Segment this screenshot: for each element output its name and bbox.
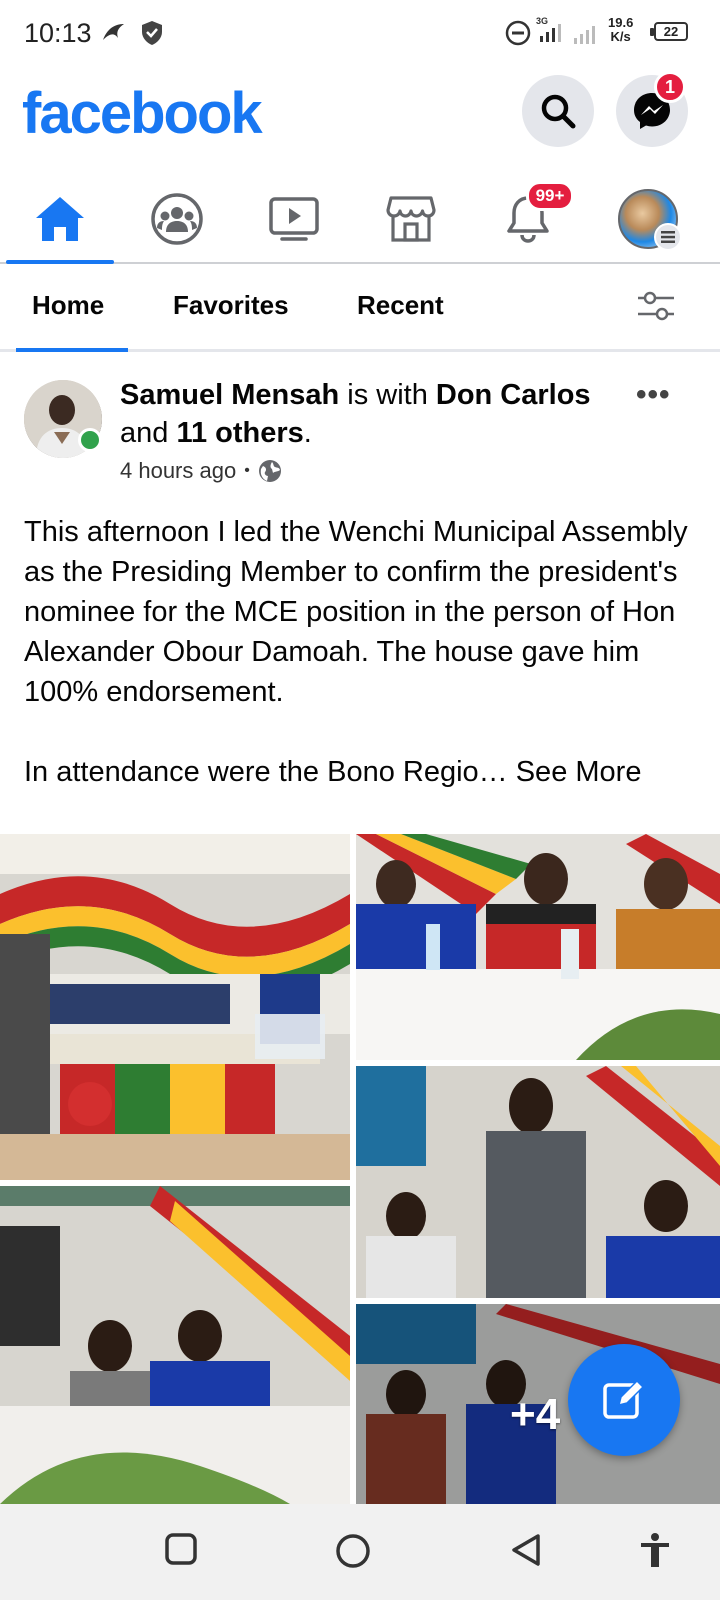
accessibility-icon [641, 1533, 669, 1567]
status-time: 10:13 [24, 18, 92, 48]
online-status-indicator [78, 428, 102, 452]
home-button[interactable] [334, 1532, 372, 1575]
more-photos-count[interactable]: +4 [510, 1390, 560, 1440]
messenger-badge: 1 [654, 71, 686, 103]
nav-notifications[interactable]: 99+ [468, 176, 588, 262]
nav-active-indicator [6, 260, 114, 264]
nav-menu[interactable] [588, 176, 708, 262]
period-text: . [303, 417, 312, 449]
signal-weak-icon [572, 18, 602, 51]
globe-icon [258, 460, 281, 482]
more-options-button[interactable]: ••• [636, 378, 671, 412]
menu-icon [654, 223, 682, 251]
with-text: is with [339, 379, 436, 411]
notifications-badge: 99+ [526, 181, 574, 211]
messenger-button[interactable]: 1 [616, 71, 688, 147]
search-icon [541, 94, 576, 129]
do-not-disturb-icon [505, 20, 531, 51]
recent-apps-button[interactable] [164, 1532, 198, 1571]
meta-separator: • [244, 462, 250, 479]
square-icon [165, 1533, 197, 1565]
back-triangle-icon [512, 1534, 540, 1566]
app-header: facebook 1 [0, 70, 720, 160]
facebook-logo[interactable]: facebook [22, 80, 263, 147]
main-nav: 99+ [0, 176, 720, 264]
accessibility-button[interactable] [638, 1532, 672, 1573]
nav-home[interactable] [0, 176, 120, 264]
post-author-line: Samuel Mensah is with Don Carlos and 11 … [120, 376, 630, 452]
post-truncated-text: In attendance were the Bono Regio… [24, 756, 508, 788]
tagged-others-link[interactable]: 11 others [176, 417, 303, 449]
circle-icon [336, 1534, 370, 1568]
tagged-person[interactable]: Don Carlos [436, 379, 591, 411]
photo-1[interactable] [0, 834, 350, 1180]
swallow-app-icon [100, 20, 126, 51]
post-meta: 4 hours ago • [120, 458, 282, 484]
tab-favorites[interactable]: Favorites [173, 290, 289, 321]
nav-watch[interactable] [234, 176, 354, 262]
filter-button[interactable] [636, 288, 676, 329]
system-navigation-bar [0, 1504, 720, 1600]
feed-tabs: Home Favorites Recent [0, 266, 720, 352]
and-text: and [120, 417, 177, 449]
home-icon [36, 197, 84, 241]
signal-3g-icon: 3G [536, 14, 570, 51]
marketplace-icon [386, 196, 436, 242]
search-button[interactable] [522, 75, 594, 147]
profile-avatar [618, 189, 682, 251]
svg-text:3G: 3G [536, 16, 548, 26]
groups-icon [151, 193, 203, 245]
network-speed: 19.6 K/s [608, 16, 633, 44]
tab-home[interactable]: Home [32, 290, 104, 321]
tab-active-indicator [16, 348, 128, 352]
post-timestamp[interactable]: 4 hours ago [120, 458, 236, 484]
edit-pencil-icon [603, 1379, 645, 1419]
photo-2[interactable] [356, 834, 720, 1060]
post-body: This afternoon I led the Wenchi Municipa… [24, 512, 704, 792]
author-name[interactable]: Samuel Mensah [120, 379, 339, 411]
battery-indicator: 22 [650, 22, 688, 41]
speed-value: 19.6 [608, 15, 634, 30]
post-header: Samuel Mensah is with Don Carlos and 11 … [0, 372, 720, 502]
post-paragraph-1: This afternoon I led the Wenchi Municipa… [24, 516, 688, 708]
speed-unit: K/s [610, 29, 631, 44]
status-bar: 10:13 3G 19.6 K/s 22 [0, 0, 720, 64]
photo-3[interactable] [0, 1186, 350, 1504]
filter-sliders-icon [638, 291, 674, 321]
photo-4[interactable] [356, 1066, 720, 1298]
nav-marketplace[interactable] [351, 176, 471, 262]
see-more-link[interactable]: See More [516, 756, 642, 788]
nav-groups[interactable] [117, 176, 237, 262]
compose-button[interactable] [568, 1344, 680, 1456]
post-paragraph-2: In attendance were the Bono Regio… See M… [24, 752, 704, 792]
tab-recent[interactable]: Recent [357, 290, 444, 321]
shield-icon [140, 20, 164, 51]
back-button[interactable] [508, 1532, 544, 1573]
video-play-icon [269, 197, 319, 241]
